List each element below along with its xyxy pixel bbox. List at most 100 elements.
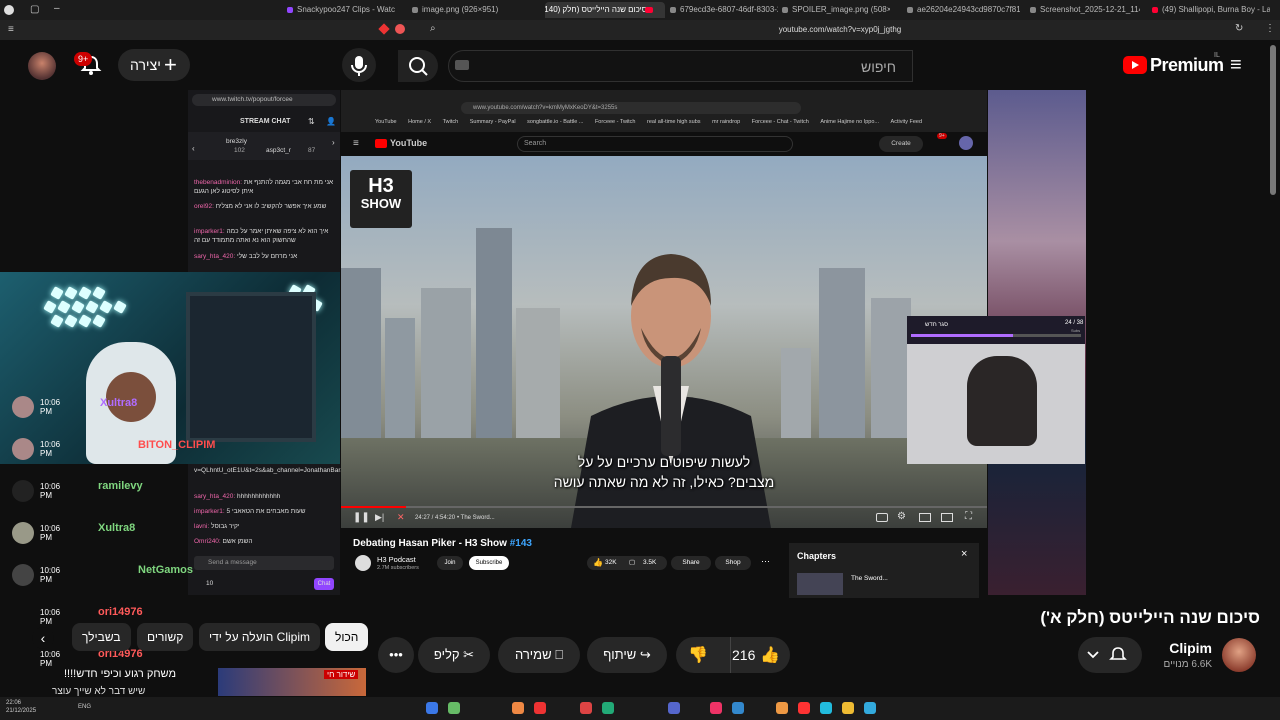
clip-button[interactable]: קליפ ✂ [418,637,490,673]
bookmark[interactable]: Summary - PayPal [470,119,516,125]
browser-menu-icon[interactable] [4,5,14,15]
create-button[interactable]: יצירה + [118,49,190,81]
address-bar[interactable]: youtube.com/watch?v=xyp0j_jgthg [760,23,920,37]
chip-uploaded-by[interactable]: הועלה על ידי Clipim [199,623,320,651]
chevron-right-icon[interactable]: › [332,138,335,147]
bookmark[interactable]: songbattle.io - Battle ... [527,119,583,125]
avatar[interactable] [959,136,973,150]
bookmark[interactable]: Twitch [443,119,459,125]
chevron-left-icon[interactable]: ‹ [192,144,195,153]
inner-create-button[interactable]: Create [879,136,923,152]
inner-search-input[interactable]: Search [517,136,793,152]
app-icon[interactable] [710,702,722,714]
browser-icon[interactable] [798,702,810,714]
subscribe-bell-button[interactable] [1078,637,1142,673]
bookmark[interactable]: Activity Feed [891,119,922,125]
thumbs-up-icon[interactable]: 👍 [593,556,603,570]
chapter-item[interactable]: The Sword... [851,575,888,582]
scrollbar[interactable] [1270,45,1276,195]
back-icon[interactable]: ≡ [8,24,14,35]
subscribe-button[interactable]: Subscribe [469,556,509,570]
tab[interactable]: 679ecd3e-6807-46df-8303-2fe0dd9c [668,2,778,18]
miniplayer-icon[interactable] [919,513,931,522]
chat-send-button[interactable]: Chat [314,578,334,590]
captions-icon[interactable] [876,513,888,522]
bookmark[interactable]: mr raindrop [712,119,740,125]
pause-icon[interactable]: ❚❚ [353,512,370,523]
next-icon[interactable]: ▶| [375,512,384,523]
like-dislike-group[interactable]: 👎 216 👍 [676,637,790,673]
chip-related[interactable]: קשורים [137,623,194,651]
bookmark[interactable]: YouTube [375,119,397,125]
search-input[interactable]: חיפוש [448,50,913,82]
share-button[interactable]: Share [671,556,711,570]
search-button[interactable] [398,50,438,82]
shield-icon[interactable] [378,23,390,35]
reload-icon[interactable]: ↻ [1235,23,1243,34]
thumbs-up-icon[interactable]: 👍 [760,638,780,674]
share-button[interactable]: שיתוף ↪ [587,637,667,673]
channel-name[interactable]: Clipim [1140,640,1212,656]
twitch-address-bar[interactable]: www.twitch.tv/popout/forcee [192,94,336,106]
tab[interactable]: Snackypoo247 Clips - Watch Live on [285,2,395,18]
bookmark[interactable]: Home / X [408,119,431,125]
close-icon[interactable]: × [961,548,967,560]
chip-all[interactable]: הכול [325,623,369,651]
save-button[interactable]: שמירה ⎕ [498,637,580,673]
app-icon[interactable] [602,702,614,714]
theater-icon[interactable] [941,513,953,522]
chevron-left-icon[interactable]: ‹ [32,627,54,649]
language-indicator[interactable]: ENG [78,704,91,710]
search-icon[interactable]: ⌕ [430,23,436,34]
mute-icon[interactable]: ✕ [397,512,405,523]
join-button[interactable]: Join [437,556,463,570]
app-icon[interactable] [534,702,546,714]
tab[interactable]: Screenshot_2025-12-21_114606.png [1028,2,1140,18]
like-dislike-group[interactable]: 👍 32K ▢ 3.5K [587,556,667,570]
more-icon[interactable]: ⋯ [761,556,770,567]
menu-icon[interactable]: ≡ [353,138,359,149]
tab-expand-icon[interactable]: ▢ [30,4,39,15]
app-icon[interactable] [580,702,592,714]
more-actions-button[interactable]: ••• [378,637,414,673]
app-icon[interactable] [668,702,680,714]
game-banner[interactable]: שידור חי [218,668,366,696]
keyboard-icon[interactable] [455,60,469,70]
tab[interactable]: image.png (926×951) [410,2,525,18]
settings-icon[interactable]: ⚙ [897,511,906,522]
fullscreen-icon[interactable]: ⛶ [965,511,972,522]
more-icon[interactable]: ⋮ [1265,23,1275,34]
shop-button[interactable]: Shop [715,556,751,570]
microphone-button[interactable] [342,48,376,82]
menu-icon[interactable]: ≡ [1230,54,1242,77]
channel-avatar[interactable] [1222,638,1256,672]
chip-for-you[interactable]: בשבילך [72,623,131,651]
settings-icon[interactable]: ⇅ [308,117,315,126]
app-icon[interactable] [512,702,524,714]
chat-input[interactable]: Send a message [194,556,334,570]
extension-icon[interactable] [395,24,405,34]
channel-avatar[interactable] [355,555,371,571]
folder-icon[interactable] [842,702,854,714]
comment-icon[interactable]: ▢ [629,556,635,570]
video-player[interactable]: H3 SHOW לעשות שיפוטים ערכיים על על מצבים… [341,156,987,528]
tab[interactable]: ae26204e24943cd9870c7f81f05570 [905,2,1020,18]
bookmark[interactable]: Forceee - Chat - Twitch [752,119,809,125]
start-icon[interactable] [864,702,876,714]
thumbs-down-icon[interactable]: 👎 [688,638,708,674]
minimize-icon[interactable]: – [54,3,60,14]
inner-address-bar[interactable]: www.youtube.com/watch?v=kmMyMxKeoDY&t=32… [461,102,801,114]
tab-active[interactable]: סיכום שנה היילייטס (חלק (140) [545,2,665,18]
browser-icon[interactable] [776,702,788,714]
youtube-logo-icon[interactable] [375,139,387,148]
chapter-thumbnail[interactable] [797,573,843,595]
users-icon[interactable]: 👤 [326,117,336,126]
tab[interactable]: SPOILER_image.png (508×372) [780,2,890,18]
tab[interactable]: (49) Shallipopi, Burna Boy - Laho II ( [1150,2,1270,18]
channel-name[interactable]: H3 Podcast [377,555,416,564]
app-icon[interactable] [732,702,744,714]
app-icon[interactable] [448,702,460,714]
bookmark[interactable]: Forceee - Twitch [595,119,636,125]
app-icon[interactable] [426,702,438,714]
avatar[interactable] [28,52,56,80]
